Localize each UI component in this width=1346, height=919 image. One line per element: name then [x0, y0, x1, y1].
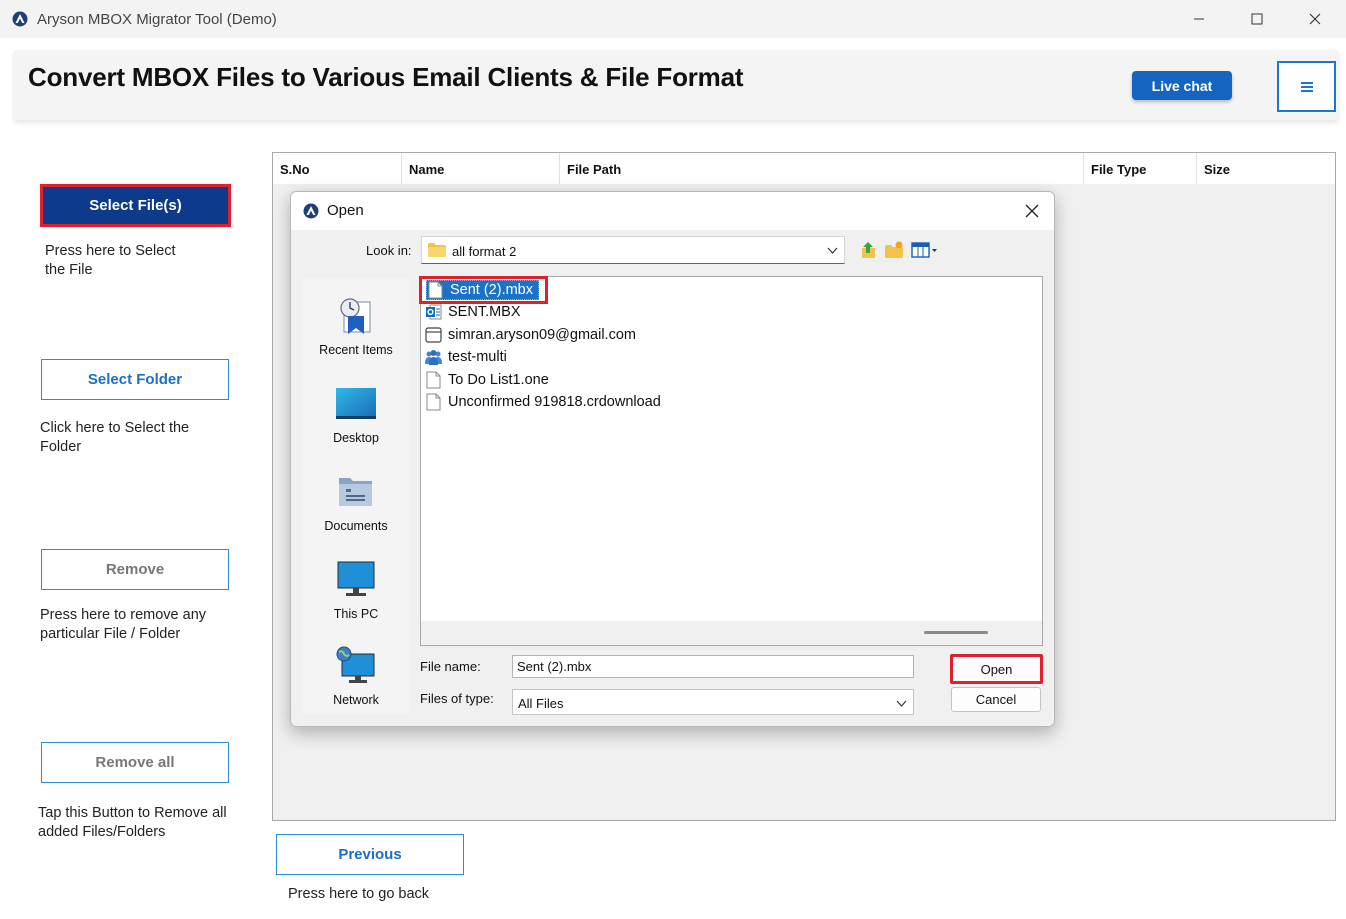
place-label: Documents	[324, 519, 388, 533]
files-of-type-label: Files of type:	[420, 691, 494, 706]
window-title: Aryson MBOX Migrator Tool (Demo)	[37, 11, 277, 28]
file-name-label: File name:	[420, 659, 481, 674]
place-label: This PC	[333, 607, 379, 621]
column-header-file-type[interactable]: File Type	[1084, 153, 1197, 184]
select-folder-description: Click here to Select the Folder	[40, 420, 190, 455]
title-bar: Aryson MBOX Migrator Tool (Demo)	[0, 0, 1346, 38]
group-folder-icon	[425, 350, 442, 365]
app-logo-icon	[303, 203, 319, 219]
file-item-test-multi[interactable]: test-multi	[425, 347, 507, 367]
new-folder-icon[interactable]	[884, 240, 904, 260]
select-folder-button[interactable]: Select Folder	[41, 359, 229, 400]
place-label: Desktop	[333, 431, 379, 445]
look-in-label: Look in:	[366, 243, 412, 258]
column-header-size[interactable]: Size	[1197, 153, 1335, 184]
cancel-button[interactable]: Cancel	[951, 687, 1041, 712]
maximize-icon	[1251, 13, 1263, 25]
select-files-description: Press here to Select the File	[45, 243, 176, 278]
places-bar: Recent Items Desktop Documents This PC N…	[303, 278, 409, 714]
look-in-value: all format 2	[452, 244, 517, 259]
menu-button[interactable]	[1277, 61, 1336, 112]
file-item-unconfirmed[interactable]: Unconfirmed 919818.crdownload	[425, 392, 661, 412]
dialog-title: Open	[327, 202, 364, 219]
previous-description: Press here to go back	[288, 886, 430, 902]
close-window-button[interactable]	[1286, 0, 1344, 38]
open-button[interactable]: Open	[950, 654, 1043, 684]
file-item-sent-2-mbx[interactable]: Sent (2).mbx	[419, 276, 548, 304]
select-files-button[interactable]: Select File(s)	[40, 184, 231, 227]
remove-all-description: Tap this Button to Remove all added File…	[38, 805, 227, 840]
file-item-label: Unconfirmed 919818.crdownload	[448, 394, 661, 410]
recent-items-icon	[340, 298, 371, 334]
minimize-icon	[1194, 18, 1204, 20]
minimize-button[interactable]	[1170, 0, 1228, 38]
network-icon	[336, 646, 375, 683]
column-header-sno[interactable]: S.No	[273, 153, 402, 184]
file-item-label: simran.aryson09@gmail.com	[448, 327, 636, 343]
maximize-button[interactable]	[1228, 0, 1286, 38]
desktop-icon	[336, 388, 376, 419]
file-item-selection: Sent (2).mbx	[426, 280, 539, 300]
header-panel: Convert MBOX Files to Various Email Clie…	[14, 50, 1338, 120]
blank-file-icon	[428, 281, 443, 299]
chevron-down-icon	[827, 247, 838, 254]
dialog-close-button[interactable]	[1019, 200, 1045, 222]
look-in-dropdown[interactable]: all format 2	[421, 236, 845, 264]
up-one-level-icon[interactable]	[859, 240, 879, 260]
files-of-type-dropdown[interactable]: All Files	[512, 689, 914, 715]
files-of-type-value: All Files	[518, 696, 564, 711]
table-header: S.No Name File Path File Type Size	[273, 153, 1335, 184]
folder-icon	[428, 243, 446, 257]
place-recent-items[interactable]: Recent Items	[303, 296, 409, 357]
outlook-file-icon	[426, 304, 442, 320]
chevron-down-icon	[896, 700, 907, 707]
place-desktop[interactable]: Desktop	[303, 384, 409, 445]
live-chat-button[interactable]: Live chat	[1132, 71, 1232, 100]
remove-all-button[interactable]: Remove all	[41, 742, 229, 783]
page-title: Convert MBOX Files to Various Email Clie…	[28, 62, 744, 92]
close-icon	[1025, 204, 1039, 218]
window-file-icon	[425, 327, 442, 343]
this-pc-icon	[337, 561, 375, 596]
remove-button[interactable]: Remove	[41, 549, 229, 590]
file-item-label: test-multi	[448, 349, 507, 365]
previous-button[interactable]: Previous	[276, 834, 464, 875]
file-item-gmail[interactable]: simran.aryson09@gmail.com	[425, 325, 636, 345]
dialog-title-bar: Open	[291, 192, 1054, 230]
file-item-label: Sent (2).mbx	[450, 282, 533, 298]
place-label: Network	[333, 693, 379, 707]
horizontal-scrollbar-thumb[interactable]	[924, 631, 988, 634]
documents-icon	[339, 478, 372, 506]
place-label: Recent Items	[319, 343, 393, 357]
file-item-todo-list[interactable]: To Do List1.one	[425, 370, 549, 390]
app-logo-icon	[12, 11, 28, 27]
file-name-input[interactable]	[512, 655, 914, 678]
place-documents[interactable]: Documents	[303, 472, 409, 533]
file-list: Sent (2).mbx SENT.MBX simran.aryson09@gm…	[419, 276, 1043, 646]
blank-file-icon	[426, 393, 441, 411]
blank-file-icon	[426, 371, 441, 389]
file-item-sent-mbx[interactable]: SENT.MBX	[425, 302, 521, 322]
place-network[interactable]: Network	[303, 646, 409, 707]
column-header-name[interactable]: Name	[402, 153, 560, 184]
remove-description: Press here to remove any particular File…	[40, 607, 207, 642]
place-this-pc[interactable]: This PC	[303, 560, 409, 621]
close-icon	[1309, 13, 1321, 25]
open-file-dialog: Open Look in: all format 2 Recent Items …	[290, 191, 1055, 727]
file-item-label: To Do List1.one	[448, 372, 549, 388]
file-item-label: SENT.MBX	[448, 304, 521, 320]
column-header-file-path[interactable]: File Path	[560, 153, 1084, 184]
hamburger-menu-icon	[1300, 81, 1313, 92]
view-menu-icon[interactable]	[910, 240, 940, 260]
